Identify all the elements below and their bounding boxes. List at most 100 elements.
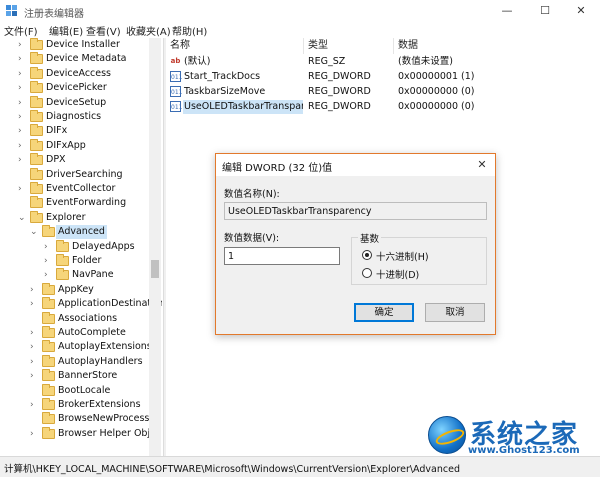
tree-item[interactable]: › BrokerExtensions <box>0 398 150 412</box>
tree-item-label[interactable]: DIFx <box>46 124 67 138</box>
menu-file[interactable]: 文件(F) <box>4 23 38 38</box>
chevron-right-icon[interactable]: › <box>18 67 28 81</box>
tree-item[interactable]: › AutoplayExtensions <box>0 340 152 354</box>
tree-item-label[interactable]: DPX <box>46 153 66 167</box>
tree-item[interactable]: › AutoComplete <box>0 326 150 340</box>
chevron-right-icon[interactable]: › <box>18 96 28 110</box>
tree-item-label[interactable]: Device Installer <box>46 38 120 52</box>
cancel-button[interactable]: 取消 <box>425 303 485 322</box>
tree-item-label[interactable]: AutoplayExtensions <box>58 340 152 354</box>
tree-item[interactable]: BootLocale <box>0 383 150 398</box>
tree-item[interactable]: › DelayedApps <box>0 239 150 254</box>
tree-item[interactable]: › NavPane <box>0 268 150 282</box>
tree-item[interactable]: › DIFxApp <box>0 138 150 153</box>
tree-item[interactable]: ⌄ Explorer <box>0 210 150 225</box>
tree-item[interactable]: › AutoplayHandlers <box>0 354 150 369</box>
tree-item-label[interactable]: DeviceSetup <box>46 96 106 110</box>
chevron-down-icon[interactable]: ⌄ <box>18 211 28 225</box>
tree-scrollbar-thumb[interactable] <box>151 260 159 278</box>
chevron-right-icon[interactable]: › <box>18 139 28 153</box>
dialog-close-button[interactable]: ✕ <box>473 156 491 174</box>
value-row[interactable]: 011 UseOLEDTaskbarTranspar... REG_DWORD 0x0… <box>166 100 600 114</box>
tree-item-label[interactable]: BrokerExtensions <box>58 398 141 412</box>
tree-item[interactable]: › DeviceSetup <box>0 95 150 110</box>
chevron-down-icon[interactable]: ⌄ <box>30 225 40 239</box>
tree-item[interactable]: › DPX <box>0 153 150 167</box>
tree-item[interactable]: › DeviceAccess <box>0 66 150 81</box>
chevron-right-icon[interactable]: › <box>44 254 54 268</box>
tree-item-label[interactable]: BannerStore <box>58 369 117 383</box>
chevron-right-icon[interactable]: › <box>18 124 28 138</box>
tree-item[interactable]: › BannerStore <box>0 369 150 383</box>
tree-item-label[interactable]: Folder <box>72 254 101 268</box>
chevron-right-icon[interactable]: › <box>30 355 40 369</box>
tree-item-label[interactable]: DeviceAccess <box>46 67 111 81</box>
chevron-right-icon[interactable]: › <box>18 153 28 167</box>
tree-scrollbar[interactable] <box>149 38 161 456</box>
menu-help[interactable]: 帮助(H) <box>172 23 207 38</box>
menu-edit[interactable]: 编辑(E) <box>49 23 83 38</box>
chevron-right-icon[interactable]: › <box>44 240 54 254</box>
tree-item[interactable]: › DIFx <box>0 124 150 138</box>
ok-button[interactable]: 确定 <box>354 303 414 322</box>
menu-favorites[interactable]: 收藏夹(A) <box>126 23 171 38</box>
tree-item-label[interactable]: Explorer <box>46 211 86 225</box>
tree-item-label[interactable]: DelayedApps <box>72 240 135 254</box>
tree-item-label[interactable]: AutoComplete <box>58 326 126 340</box>
chevron-right-icon[interactable]: › <box>30 427 40 441</box>
chevron-right-icon[interactable]: › <box>44 268 54 282</box>
tree-item[interactable]: › Browser Helper Obje <box>0 426 156 441</box>
tree-item[interactable]: BrowseNewProcess <box>0 412 150 426</box>
tree-item-label[interactable]: DevicePicker <box>46 81 107 95</box>
key-tree[interactable]: › Device Installer › Device Metadata › Device… <box>0 38 162 456</box>
tree-item-label[interactable]: Diagnostics <box>46 110 101 124</box>
tree-item-label[interactable]: AutoplayHandlers <box>58 355 143 369</box>
chevron-right-icon[interactable]: › <box>18 52 28 66</box>
value-row[interactable]: ab (默认) REG_SZ (数值未设置) <box>166 55 600 69</box>
value-row[interactable]: 011 Start_TrackDocs REG_DWORD 0x00000001 (1… <box>166 70 600 84</box>
value-name-cell[interactable]: Start_TrackDocs <box>183 70 303 84</box>
tree-item-label[interactable]: EventCollector <box>46 182 115 196</box>
tree-item[interactable]: › AppKey <box>0 282 150 297</box>
tree-item-label[interactable]: BootLocale <box>58 384 110 398</box>
column-header-name[interactable]: 名称 <box>166 38 304 54</box>
tree-item-label[interactable]: Advanced <box>56 225 107 240</box>
hex-radio-label[interactable]: 十六进制(H) <box>376 249 429 263</box>
tree-item-label[interactable]: AppKey <box>58 283 94 297</box>
decimal-radio-label[interactable]: 十进制(D) <box>376 267 419 281</box>
value-name-cell[interactable]: TaskbarSizeMove <box>183 85 303 99</box>
tree-item-label[interactable]: DriverSearching <box>46 168 123 182</box>
decimal-radio[interactable] <box>362 268 372 278</box>
chevron-right-icon[interactable]: › <box>30 369 40 383</box>
tree-item[interactable]: EventForwarding <box>0 196 150 210</box>
tree-item[interactable]: › Diagnostics <box>0 110 150 124</box>
tree-item-label[interactable]: DIFxApp <box>46 139 86 153</box>
tree-item[interactable]: › EventCollector <box>0 182 150 196</box>
tree-item-label[interactable]: BrowseNewProcess <box>58 412 149 426</box>
chevron-right-icon[interactable]: › <box>30 398 40 412</box>
tree-item[interactable]: › DevicePicker <box>0 81 150 95</box>
column-header-type[interactable]: 类型 <box>304 38 394 54</box>
chevron-right-icon[interactable]: › <box>18 182 28 196</box>
tree-item-label[interactable]: Browser Helper Obje <box>58 427 156 441</box>
tree-item-label[interactable]: ApplicationDestination <box>58 297 162 311</box>
close-button[interactable]: ✕ <box>564 0 598 22</box>
tree-item-label[interactable]: NavPane <box>72 268 114 282</box>
tree-item-label[interactable]: EventForwarding <box>46 196 126 210</box>
tree-item[interactable]: › Folder <box>0 254 150 268</box>
chevron-right-icon[interactable]: › <box>30 297 40 311</box>
chevron-right-icon[interactable]: › <box>18 38 28 52</box>
tree-item-label[interactable]: Associations <box>58 312 117 326</box>
chevron-right-icon[interactable]: › <box>30 283 40 297</box>
tree-item[interactable]: DriverSearching <box>0 167 150 182</box>
maximize-button[interactable]: ☐ <box>528 0 562 22</box>
tree-item[interactable]: › Device Metadata <box>0 52 150 66</box>
chevron-right-icon[interactable]: › <box>18 81 28 95</box>
minimize-button[interactable]: — <box>490 0 524 22</box>
value-name-cell[interactable]: UseOLEDTaskbarTranspar... <box>183 100 303 114</box>
chevron-right-icon[interactable]: › <box>30 340 40 354</box>
tree-item[interactable]: ⌄ Advanced <box>0 225 150 240</box>
tree-item-label[interactable]: Device Metadata <box>46 52 127 66</box>
value-name-cell[interactable]: (默认) <box>183 55 303 69</box>
chevron-right-icon[interactable]: › <box>30 326 40 340</box>
